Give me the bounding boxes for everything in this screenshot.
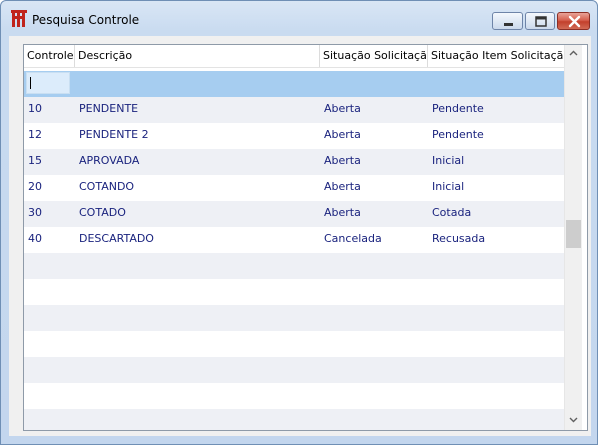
- chevron-down-icon: [569, 417, 578, 423]
- cell-situacao-item: Pendente: [432, 128, 484, 141]
- empty-row: [24, 357, 564, 383]
- empty-row: [24, 331, 564, 357]
- cell-descricao: APROVADA: [79, 154, 140, 167]
- cell-situacao-item: Recusada: [432, 232, 486, 245]
- cell-situacao-item: Pendente: [432, 102, 484, 115]
- scroll-down-button[interactable]: [565, 411, 582, 428]
- maximize-button[interactable]: [525, 12, 555, 30]
- cell-descricao: PENDENTE: [79, 102, 139, 115]
- empty-row: [24, 383, 564, 409]
- table-row[interactable]: 10 PENDENTE Aberta Pendente: [24, 97, 564, 123]
- column-header-situacao-item[interactable]: Situação Item Solicitação: [428, 45, 564, 67]
- cell-descricao: COTANDO: [79, 180, 135, 193]
- window-title: Pesquisa Controle: [32, 13, 140, 27]
- table-row[interactable]: 12 PENDENTE 2 Aberta Pendente: [24, 123, 564, 149]
- table-row[interactable]: 20 COTANDO Aberta Inicial: [24, 175, 564, 201]
- empty-row: [24, 279, 564, 305]
- cell-descricao: DESCARTADO: [79, 232, 154, 245]
- close-icon: [568, 15, 581, 28]
- minimize-button[interactable]: [492, 12, 523, 30]
- cell-descricao: COTADO: [79, 206, 126, 219]
- cell-controle: 20: [28, 180, 42, 193]
- cell-descricao: PENDENTE 2: [79, 128, 149, 141]
- cell-controle: 15: [28, 154, 42, 167]
- minimize-icon: [504, 23, 513, 26]
- column-header-descricao[interactable]: Descrição: [75, 45, 320, 67]
- cell-situacao-solicitacao: Aberta: [324, 128, 361, 141]
- filter-row[interactable]: [24, 71, 564, 97]
- grid-header: Controle Descrição Situação Solicitação …: [24, 45, 564, 68]
- scroll-up-button[interactable]: [565, 45, 582, 62]
- cell-situacao-item: Inicial: [432, 180, 465, 193]
- close-button[interactable]: [557, 12, 590, 30]
- controle-filter-input[interactable]: [26, 72, 70, 94]
- column-header-controle[interactable]: Controle: [24, 45, 75, 67]
- cell-situacao-solicitacao: Aberta: [324, 206, 361, 219]
- results-grid[interactable]: Controle Descrição Situação Solicitação …: [23, 44, 588, 431]
- cell-situacao-item: Cotada: [432, 206, 472, 219]
- cell-controle: 12: [28, 128, 42, 141]
- cell-controle: 40: [28, 232, 42, 245]
- empty-row: [24, 253, 564, 279]
- empty-row: [24, 305, 564, 331]
- search-dialog-window: Pesquisa Controle Controle Descrição Sit…: [0, 0, 598, 445]
- table-row[interactable]: 40 DESCARTADO Cancelada Recusada: [24, 227, 564, 253]
- empty-row: [24, 409, 564, 430]
- app-logo-icon: [11, 10, 27, 27]
- table-row[interactable]: 15 APROVADA Aberta Inicial: [24, 149, 564, 175]
- maximize-icon: [535, 16, 547, 27]
- scrollbar-thumb[interactable]: [566, 220, 581, 248]
- cell-situacao-item: Inicial: [432, 154, 465, 167]
- cell-situacao-solicitacao: Aberta: [324, 102, 361, 115]
- table-row[interactable]: 30 COTADO Aberta Cotada: [24, 201, 564, 227]
- cell-situacao-solicitacao: Aberta: [324, 154, 361, 167]
- cell-controle: 30: [28, 206, 42, 219]
- column-header-situacao-solicitacao[interactable]: Situação Solicitação: [320, 45, 428, 67]
- dialog-content: Controle Descrição Situação Solicitação …: [9, 36, 591, 436]
- text-caret: [30, 77, 31, 89]
- chevron-up-icon: [569, 50, 578, 56]
- cell-situacao-solicitacao: Aberta: [324, 180, 361, 193]
- vertical-scrollbar[interactable]: [564, 45, 582, 430]
- title-bar[interactable]: Pesquisa Controle: [1, 1, 597, 35]
- cell-situacao-solicitacao: Cancelada: [324, 232, 382, 245]
- cell-controle: 10: [28, 102, 42, 115]
